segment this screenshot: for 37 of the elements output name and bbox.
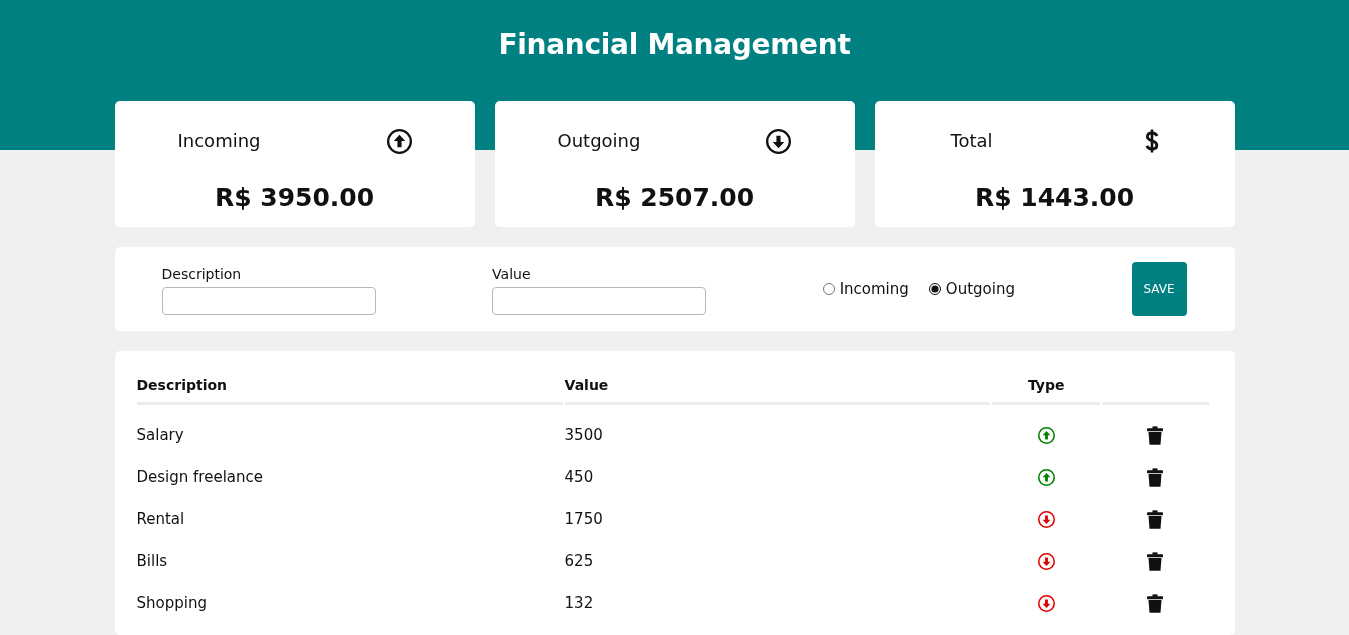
column-header: Type: [992, 373, 1100, 405]
field-label: Description: [161, 264, 243, 284]
save-button[interactable]: SAVE: [1131, 262, 1187, 316]
trash-icon[interactable]: [1147, 551, 1164, 571]
column-header: Value: [564, 373, 991, 405]
radio-label[interactable]: Incoming: [839, 279, 909, 299]
table-cell-text: 1750: [564, 508, 604, 530]
dollar-icon: [1144, 129, 1159, 153]
table-cell-text: 450: [564, 466, 595, 488]
summary-amount: R$ 2507.00: [593, 182, 756, 214]
table-cell-text: Salary: [136, 424, 185, 446]
input-field[interactable]: [161, 286, 376, 315]
trash-icon[interactable]: [1147, 509, 1164, 529]
summary-label: Incoming: [177, 129, 261, 153]
table-cell-text: Bills: [136, 550, 169, 572]
column-header: Description: [136, 373, 563, 405]
radio-button[interactable]: [928, 283, 941, 295]
summary-amount: R$ 1443.00: [973, 182, 1136, 214]
table-cell-text: 3500: [564, 424, 604, 446]
summary-amount: R$ 3950.00: [213, 182, 376, 214]
page-title: Financial Management: [497, 27, 852, 63]
radio-button[interactable]: [822, 283, 835, 295]
input-field[interactable]: [492, 286, 707, 315]
trash-icon[interactable]: [1147, 467, 1164, 487]
table-cell-text: Rental: [136, 508, 186, 530]
table-cell-text: 132: [564, 592, 595, 614]
arrow-down-circle-icon: [766, 128, 792, 154]
arrow-up-circle-icon: [386, 128, 412, 154]
radio-label[interactable]: Outgoing: [945, 279, 1015, 299]
field-label: Value: [492, 264, 532, 284]
trash-icon[interactable]: [1147, 425, 1164, 445]
table-cell-text: Shopping: [136, 592, 208, 614]
summary-label: Outgoing: [557, 129, 641, 153]
table-cell-text: Design freelance: [136, 466, 264, 488]
summary-label: Total: [950, 129, 993, 153]
trash-icon[interactable]: [1147, 593, 1164, 613]
table-cell-text: 625: [564, 550, 595, 572]
